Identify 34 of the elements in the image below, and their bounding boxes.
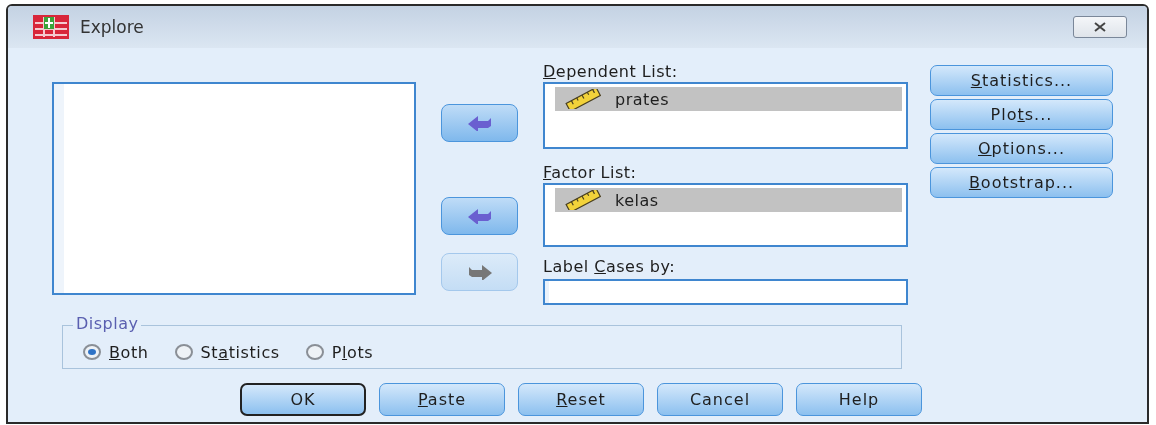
dialog-button[interactable]: Help xyxy=(796,383,922,416)
variable-list[interactable]: prates xyxy=(543,82,908,149)
source-variable-list[interactable] xyxy=(52,82,416,295)
left-arrow-icon xyxy=(466,115,493,131)
dialog-button[interactable]: Statistics... xyxy=(930,65,1113,96)
close-button[interactable] xyxy=(1073,16,1127,38)
field-label: Label Cases by: xyxy=(543,257,677,277)
list-item[interactable]: kelas xyxy=(555,188,902,212)
close-icon xyxy=(1092,22,1108,32)
table-icon xyxy=(32,14,70,40)
window-title: Explore xyxy=(80,17,144,37)
label-cases-field[interactable] xyxy=(543,279,908,305)
radio-button[interactable] xyxy=(305,344,324,360)
radio-option[interactable]: Both xyxy=(83,342,149,362)
dialog-button[interactable]: Reset xyxy=(518,383,644,416)
move-button[interactable] xyxy=(441,104,518,142)
variable-list[interactable]: kelas xyxy=(543,183,908,247)
radio-option[interactable]: Plots xyxy=(305,342,374,362)
list-label: Factor List: xyxy=(543,163,638,183)
move-button[interactable] xyxy=(441,197,518,235)
radio-button[interactable] xyxy=(83,344,101,360)
radio-option[interactable]: Statistics xyxy=(174,342,280,362)
right-arrow-icon xyxy=(466,264,493,280)
left-arrow-icon xyxy=(466,208,493,224)
list-label: Dependent List: xyxy=(543,62,679,82)
dialog-button[interactable]: Bootstrap... xyxy=(930,167,1113,198)
radio-button[interactable] xyxy=(174,344,193,360)
dialog-button[interactable]: OK xyxy=(240,383,366,416)
dialog-button[interactable]: Cancel xyxy=(657,383,783,416)
list-item[interactable]: prates xyxy=(555,87,902,111)
dialog-button[interactable]: Paste xyxy=(379,383,505,416)
group-title: Display xyxy=(73,314,142,333)
dialog-button[interactable]: Options... xyxy=(930,133,1113,164)
dialog-button[interactable]: Plots... xyxy=(930,99,1113,130)
